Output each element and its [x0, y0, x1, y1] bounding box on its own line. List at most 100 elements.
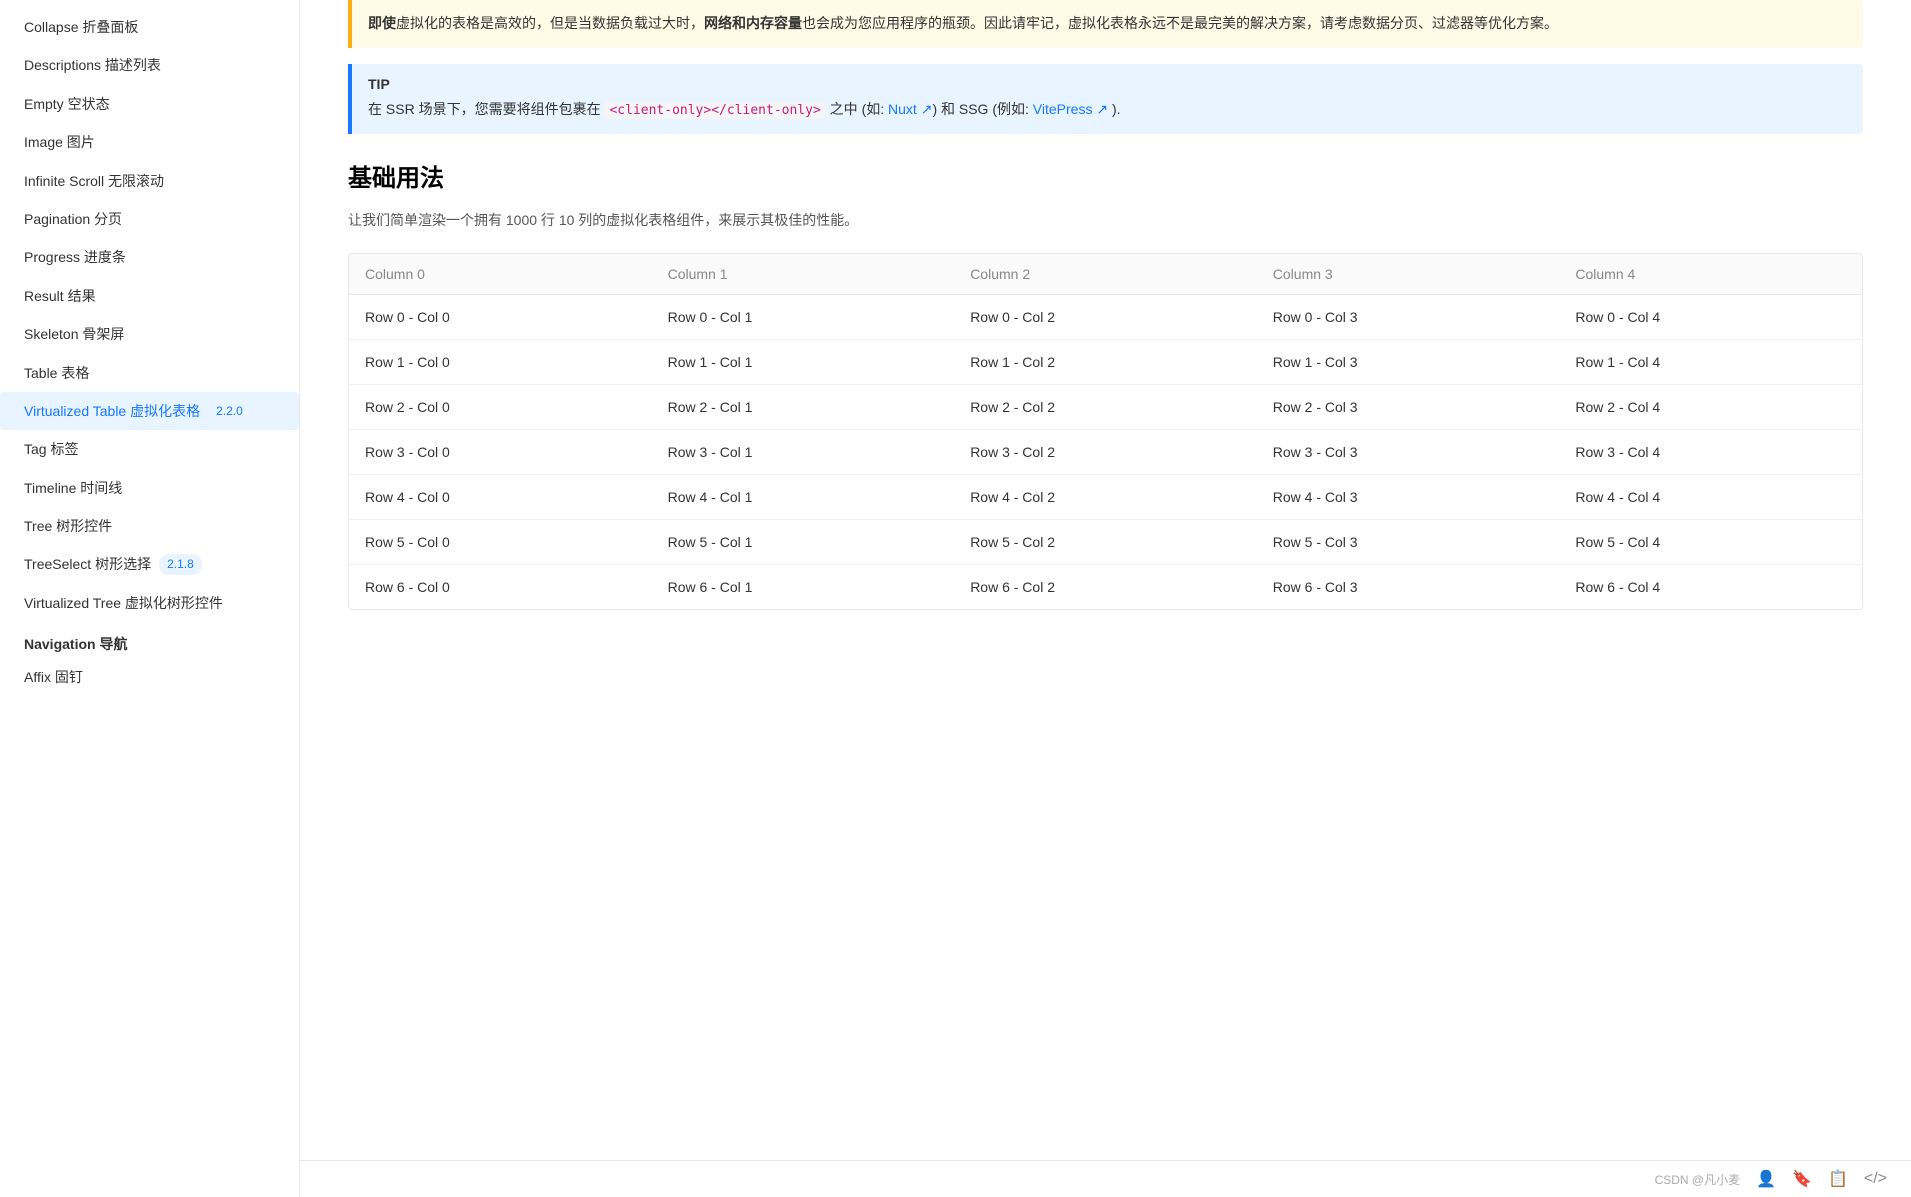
table-cell: Row 0 - Col 3: [1257, 294, 1560, 339]
sidebar-item[interactable]: Descriptions 描述列表: [0, 46, 299, 84]
sidebar-item-label: Virtualized Tree 虚拟化树形控件: [24, 592, 223, 614]
table-cell: Row 5 - Col 4: [1559, 519, 1862, 564]
sidebar-item[interactable]: Virtualized Table 虚拟化表格 2.2.0: [0, 392, 299, 430]
table-header-cell: Column 3: [1257, 254, 1560, 295]
bookmark-icon[interactable]: 🔖: [1792, 1169, 1812, 1189]
table-cell: Row 3 - Col 4: [1559, 429, 1862, 474]
table-cell: Row 2 - Col 2: [954, 384, 1257, 429]
table-cell: Row 3 - Col 3: [1257, 429, 1560, 474]
sidebar-item-label: Image 图片: [24, 131, 95, 153]
virtual-table-demo: Column 0Column 1Column 2Column 3Column 4…: [348, 253, 1863, 610]
sidebar-item-label: Result 结果: [24, 285, 96, 307]
warning-text: 即使虚拟化的表格是高效的，但是当数据负载过大时，网络和内存容量也会成为您应用程序…: [368, 15, 1558, 31]
main-content: 即使虚拟化的表格是高效的，但是当数据负载过大时，网络和内存容量也会成为您应用程序…: [300, 0, 1911, 1197]
table-cell: Row 6 - Col 2: [954, 564, 1257, 609]
table-cell: Row 2 - Col 0: [349, 384, 652, 429]
sidebar-item-label: Timeline 时间线: [24, 477, 122, 499]
table-cell: Row 4 - Col 0: [349, 474, 652, 519]
table-cell: Row 4 - Col 3: [1257, 474, 1560, 519]
table-cell: Row 1 - Col 1: [652, 339, 955, 384]
sidebar-item[interactable]: Timeline 时间线: [0, 469, 299, 507]
table-cell: Row 1 - Col 2: [954, 339, 1257, 384]
table-row: Row 1 - Col 0Row 1 - Col 1Row 1 - Col 2R…: [349, 339, 1862, 384]
table-row: Row 6 - Col 0Row 6 - Col 1Row 6 - Col 2R…: [349, 564, 1862, 609]
sidebar-item[interactable]: Result 结果: [0, 277, 299, 315]
sidebar-item[interactable]: Collapse 折叠面板: [0, 8, 299, 46]
table-row: Row 3 - Col 0Row 3 - Col 1Row 3 - Col 2R…: [349, 429, 1862, 474]
version-badge: 2.2.0: [208, 401, 251, 422]
sidebar-item[interactable]: TreeSelect 树形选择 2.1.8: [0, 545, 299, 583]
table-header-cell: Column 1: [652, 254, 955, 295]
table-cell: Row 6 - Col 1: [652, 564, 955, 609]
sidebar-item[interactable]: Virtualized Tree 虚拟化树形控件: [0, 584, 299, 622]
sidebar-item[interactable]: Tag 标签: [0, 430, 299, 468]
warning-prefix: 即使: [368, 15, 396, 31]
nav-sidebar-item[interactable]: Affix 固钉: [0, 658, 299, 696]
table-row: Row 2 - Col 0Row 2 - Col 1Row 2 - Col 2R…: [349, 384, 1862, 429]
sidebar-item-label: Tree 树形控件: [24, 515, 112, 537]
sidebar-item-label: TreeSelect 树形选择: [24, 553, 151, 575]
table-cell: Row 0 - Col 0: [349, 294, 652, 339]
table-cell: Row 4 - Col 1: [652, 474, 955, 519]
tip-title: TIP: [368, 76, 1847, 92]
sidebar-item-label: Pagination 分页: [24, 208, 122, 230]
table-header-cell: Column 0: [349, 254, 652, 295]
table-cell: Row 5 - Col 1: [652, 519, 955, 564]
version-badge: 2.1.8: [159, 554, 202, 575]
table-cell: Row 3 - Col 2: [954, 429, 1257, 474]
sidebar-item[interactable]: Progress 进度条: [0, 238, 299, 276]
tip-text: 在 SSR 场景下，您需要将组件包裹在 <client-only></clien…: [368, 98, 1847, 122]
table-cell: Row 1 - Col 3: [1257, 339, 1560, 384]
vitepress-link[interactable]: VitePress ↗: [1033, 101, 1108, 117]
table-cell: Row 3 - Col 1: [652, 429, 955, 474]
table-cell: Row 6 - Col 4: [1559, 564, 1862, 609]
sidebar-item-label: Tag 标签: [24, 438, 78, 460]
section-title: 基础用法: [348, 158, 1863, 193]
nuxt-link[interactable]: Nuxt ↗: [888, 101, 932, 117]
table-cell: Row 5 - Col 3: [1257, 519, 1560, 564]
sidebar-item[interactable]: Table 表格: [0, 354, 299, 392]
table-header-cell: Column 2: [954, 254, 1257, 295]
sidebar-item[interactable]: Infinite Scroll 无限滚动: [0, 162, 299, 200]
copy-icon[interactable]: 📋: [1828, 1169, 1848, 1189]
table-cell: Row 2 - Col 3: [1257, 384, 1560, 429]
table-cell: Row 5 - Col 0: [349, 519, 652, 564]
table-cell: Row 0 - Col 4: [1559, 294, 1862, 339]
warning-bold-1: 网络和: [704, 15, 746, 31]
sidebar-item-label: Descriptions 描述列表: [24, 54, 161, 76]
tip-alert: TIP 在 SSR 场景下，您需要将组件包裹在 <client-only></c…: [348, 64, 1863, 134]
sidebar-item[interactable]: Image 图片: [0, 123, 299, 161]
navigation-section-title: Navigation 导航: [0, 622, 299, 658]
sidebar: Collapse 折叠面板 Descriptions 描述列表 Empty 空状态 I…: [0, 0, 300, 1197]
sidebar-item-label: Collapse 折叠面板: [24, 16, 138, 38]
sidebar-item-label: Infinite Scroll 无限滚动: [24, 170, 164, 192]
bottom-bar: CSDN @凡小麦 👤 🔖 📋 </>: [300, 1160, 1911, 1197]
sidebar-item[interactable]: Skeleton 骨架屏: [0, 315, 299, 353]
sidebar-item[interactable]: Empty 空状态: [0, 85, 299, 123]
sidebar-item-label: Virtualized Table 虚拟化表格: [24, 400, 200, 422]
virtual-table: Column 0Column 1Column 2Column 3Column 4…: [349, 254, 1862, 609]
code-icon[interactable]: </>: [1864, 1170, 1887, 1188]
table-cell: Row 2 - Col 1: [652, 384, 955, 429]
table-cell: Row 1 - Col 0: [349, 339, 652, 384]
table-row: Row 4 - Col 0Row 4 - Col 1Row 4 - Col 2R…: [349, 474, 1862, 519]
person-icon[interactable]: 👤: [1756, 1169, 1776, 1189]
sidebar-item-label: Empty 空状态: [24, 93, 110, 115]
table-cell: Row 5 - Col 2: [954, 519, 1257, 564]
table-row: Row 0 - Col 0Row 0 - Col 1Row 0 - Col 2R…: [349, 294, 1862, 339]
table-cell: Row 1 - Col 4: [1559, 339, 1862, 384]
table-row: Row 5 - Col 0Row 5 - Col 1Row 5 - Col 2R…: [349, 519, 1862, 564]
table-cell: Row 2 - Col 4: [1559, 384, 1862, 429]
table-cell: Row 4 - Col 4: [1559, 474, 1862, 519]
warning-bold-2: 内存容量: [746, 15, 802, 31]
sidebar-item-label: Skeleton 骨架屏: [24, 323, 124, 345]
section-desc: 让我们简单渲染一个拥有 1000 行 10 列的虚拟化表格组件，来展示其极佳的性…: [348, 209, 1863, 233]
sidebar-item[interactable]: Pagination 分页: [0, 200, 299, 238]
sidebar-item-label: Table 表格: [24, 362, 89, 384]
table-cell: Row 6 - Col 3: [1257, 564, 1560, 609]
tip-code: <client-only></client-only>: [604, 102, 825, 119]
table-header-cell: Column 4: [1559, 254, 1862, 295]
table-cell: Row 3 - Col 0: [349, 429, 652, 474]
table-cell: Row 4 - Col 2: [954, 474, 1257, 519]
sidebar-item[interactable]: Tree 树形控件: [0, 507, 299, 545]
